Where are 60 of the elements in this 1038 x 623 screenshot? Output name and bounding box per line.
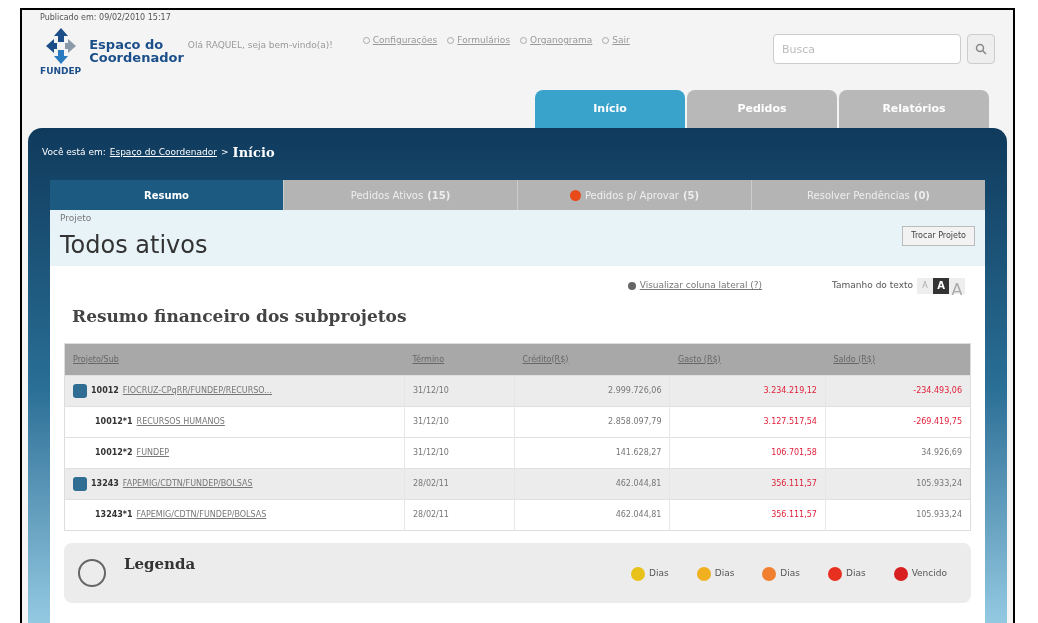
text-size-button[interactable]: A <box>933 277 949 294</box>
legend-title: Legenda <box>124 554 196 575</box>
logo-subtitle: Coordenador <box>89 51 184 64</box>
expand-icon <box>627 281 636 290</box>
nav-tab[interactable]: Início <box>535 90 685 128</box>
project-code: 13243 <box>91 478 119 490</box>
nav-tab[interactable]: Relatórios <box>839 90 989 128</box>
column-header[interactable]: Crédito(R$) <box>514 343 670 376</box>
breadcrumb-current: Início <box>232 144 275 163</box>
legend-label: Dias <box>846 567 866 581</box>
project-code: 13243*1 <box>95 509 133 521</box>
project-link[interactable]: RECURSOS HUMANOS <box>136 416 225 428</box>
section-tab[interactable]: Pedidos Ativos (15) <box>283 180 517 210</box>
column-header[interactable]: Término <box>404 343 515 376</box>
collapse-button[interactable] <box>73 477 87 491</box>
project-name: Todos ativos <box>60 229 208 260</box>
column-header[interactable]: Projeto/Sub <box>64 343 405 376</box>
published-date: Publicado em: 09/02/2010 15:17 <box>40 12 172 24</box>
project-label: Projeto <box>60 212 93 225</box>
project-link[interactable]: FAPEMIG/CDTN/FUNDEP/BOLSAS <box>136 509 267 521</box>
project-code: 10012*2 <box>95 447 133 459</box>
legend-label: Vencido <box>911 567 947 581</box>
column-header[interactable]: Gasto (R$) <box>669 343 826 376</box>
legend-label: Dias <box>649 567 669 581</box>
breadcrumb-separator: > <box>221 146 229 160</box>
text-size-button[interactable]: A <box>949 277 965 294</box>
project-code: 10012*1 <box>95 416 133 428</box>
logo-brand: FUNDEP <box>40 66 82 76</box>
legend-icon <box>78 559 106 587</box>
section-tab[interactable]: Resolver Pendências (0) <box>751 180 985 210</box>
section-tab[interactable]: Resumo <box>50 180 283 210</box>
project-link[interactable]: FIOCRUZ-CPqRR/FUNDEP/RECURSO... <box>122 385 272 397</box>
legend-label: Dias <box>780 567 800 581</box>
project-link[interactable]: FUNDEP <box>136 447 170 459</box>
table-cell: 28/02/11 <box>404 499 515 531</box>
nav-tab[interactable]: Pedidos <box>687 90 837 128</box>
text-size-button[interactable]: A <box>917 277 933 294</box>
legend-label: Dias <box>714 567 735 581</box>
top-link[interactable]: Formulários <box>447 34 511 48</box>
greeting-text: Olá RAQUEL, seja bem-vindo(a)! <box>187 39 333 53</box>
breadcrumb-label: Você está em: <box>42 146 106 160</box>
table-cell: 462.044,81 <box>514 499 670 531</box>
table-cell: 356.111,57 <box>669 499 826 531</box>
top-link[interactable]: Configurações <box>362 34 438 48</box>
table-cell: 105.933,24 <box>825 499 971 531</box>
text-size-label: Tamanho do texto <box>832 278 913 292</box>
section-title: Resumo financeiro dos subprojetos <box>72 304 408 328</box>
side-column-link[interactable]: Visualizar coluna lateral (?) <box>627 278 763 293</box>
search-field[interactable]: Busca <box>773 34 961 64</box>
switch-project-button[interactable]: Trocar Projeto <box>902 225 975 246</box>
project-link[interactable]: FAPEMIG/CDTN/FUNDEP/BOLSAS <box>122 478 253 490</box>
top-link[interactable]: Organograma <box>520 34 593 48</box>
search-icon <box>975 43 987 55</box>
collapse-button[interactable] <box>73 384 87 398</box>
project-code: 10012 <box>91 385 119 397</box>
search-button[interactable] <box>967 34 995 64</box>
top-link[interactable]: Sair <box>602 34 630 48</box>
logo-title: Espaco do <box>89 38 165 51</box>
breadcrumb-link[interactable]: Espaço do Coordenador <box>109 146 217 160</box>
column-header[interactable]: Saldo (R$) <box>825 343 971 376</box>
